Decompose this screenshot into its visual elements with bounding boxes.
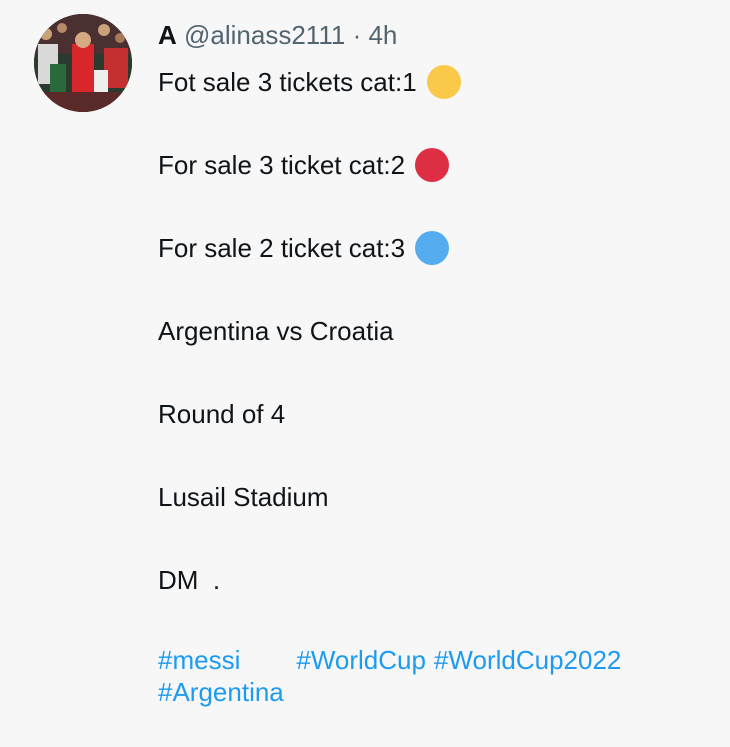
tweet-line: For sale 2 ticket cat:3 bbox=[158, 230, 730, 266]
tweet-line: Argentina vs Croatia bbox=[158, 313, 730, 349]
hashtag-worldcup2022[interactable]: #WorldCup2022 bbox=[434, 645, 621, 675]
tweet-line-text: Round of 4 bbox=[158, 399, 286, 429]
hashtag-argentina[interactable]: #Argentina bbox=[158, 677, 284, 707]
tweet-line: For sale 3 ticket cat:2 bbox=[158, 147, 730, 183]
author-name[interactable]: A bbox=[158, 20, 177, 50]
author-handle[interactable]: @alinass2111 bbox=[184, 20, 345, 50]
blue-circle-icon bbox=[415, 231, 450, 265]
hashtag-list: #messi #WorldCup #WorldCup2022 #Argentina bbox=[158, 645, 730, 709]
tweet-line: Round of 4 bbox=[158, 396, 730, 432]
tweet-line-text: Argentina vs Croatia bbox=[158, 316, 394, 346]
tweet-line: Fot sale 3 tickets cat:1 bbox=[158, 64, 730, 100]
tweet-timestamp[interactable]: 4h bbox=[368, 20, 397, 50]
yellow-circle-icon bbox=[426, 65, 461, 99]
tweet-body: Fot sale 3 tickets cat:1 For sale 3 tick… bbox=[158, 64, 730, 709]
avatar-photo bbox=[34, 14, 132, 112]
tweet-content: A @alinass2111 · 4h Fot sale 3 tickets c… bbox=[158, 18, 730, 709]
red-circle-icon bbox=[415, 148, 450, 182]
tweet-line-text: DM . bbox=[158, 565, 221, 595]
tweet-line-text: For sale 2 ticket cat:3 bbox=[158, 233, 406, 263]
hashtag-messi[interactable]: #messi bbox=[158, 645, 240, 675]
tweet-line-text: Lusail Stadium bbox=[158, 482, 329, 512]
separator-dot: · bbox=[352, 20, 362, 50]
tweet-line: DM . bbox=[158, 562, 730, 598]
tweet-line-text: Fot sale 3 tickets cat:1 bbox=[158, 67, 417, 97]
tweet-line: Lusail Stadium bbox=[158, 479, 730, 515]
avatar[interactable] bbox=[34, 14, 132, 112]
tweet-header: A @alinass2111 · 4h bbox=[158, 18, 730, 52]
hashtag-worldcup[interactable]: #WorldCup bbox=[296, 645, 426, 675]
tweet-line-text: For sale 3 ticket cat:2 bbox=[158, 150, 406, 180]
tweet: A @alinass2111 · 4h Fot sale 3 tickets c… bbox=[0, 0, 730, 747]
